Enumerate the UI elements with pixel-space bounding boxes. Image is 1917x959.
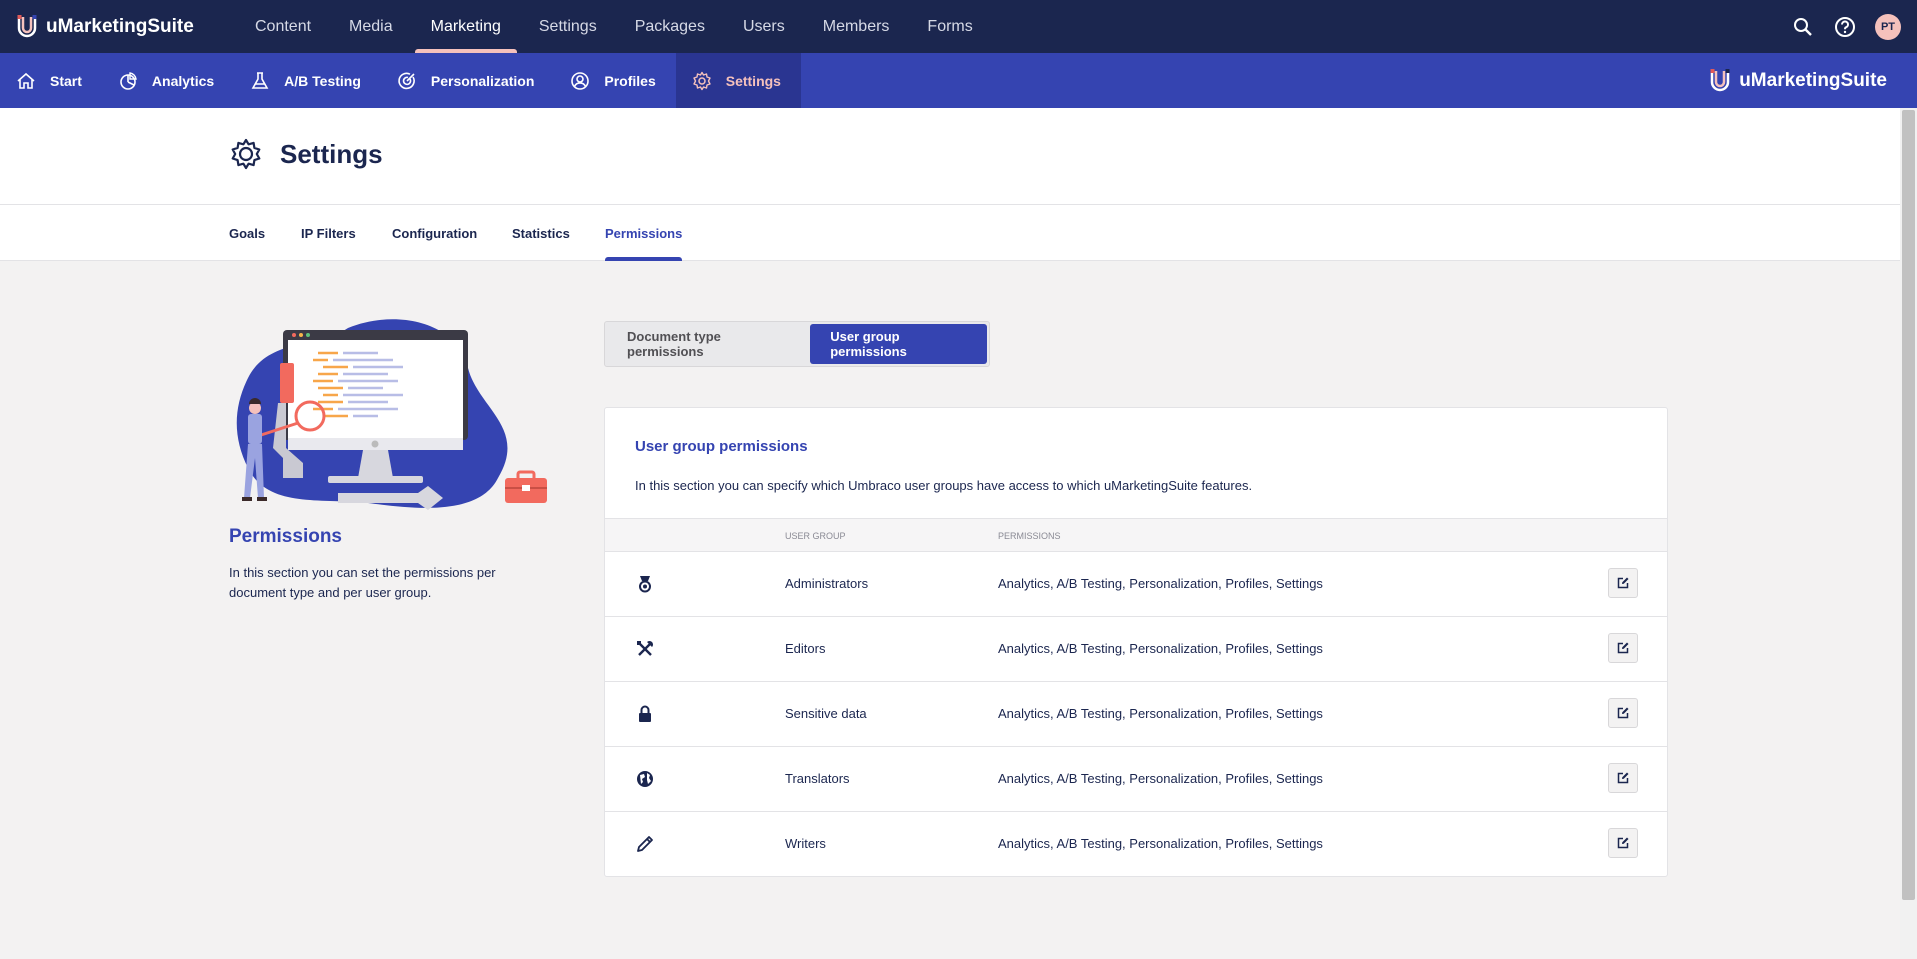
pie-chart-icon xyxy=(120,71,137,90)
edit-button[interactable] xyxy=(1608,633,1638,663)
flask-icon xyxy=(251,71,269,89)
topnav-forms[interactable]: Forms xyxy=(908,0,991,53)
settings-gear-icon xyxy=(231,138,261,170)
topnav-members[interactable]: Members xyxy=(804,0,909,53)
subnav-profiles[interactable]: Profiles xyxy=(554,53,675,108)
globe-icon xyxy=(635,769,655,789)
subnav-ab-testing-label: A/B Testing xyxy=(284,72,361,89)
row-permissions: Analytics, A/B Testing, Personalization,… xyxy=(998,641,1323,656)
scrollbar-thumb[interactable] xyxy=(1902,110,1915,900)
card-title: User group permissions xyxy=(635,438,808,455)
table-header: USER GROUP PERMISSIONS xyxy=(605,518,1667,552)
top-bar: uMarketingSuite Content Media Marketing … xyxy=(0,0,1917,53)
gear-icon xyxy=(693,71,711,90)
subnav-start-label: Start xyxy=(50,72,82,89)
medal-icon xyxy=(635,574,655,594)
target-icon xyxy=(398,72,415,89)
help-icon[interactable] xyxy=(1833,15,1857,39)
table-row: Editors Analytics, A/B Testing, Personal… xyxy=(605,617,1667,682)
edit-button[interactable] xyxy=(1608,568,1638,598)
page-header: Settings xyxy=(0,108,1900,205)
subnav-items: Start Analytics A/B Testing Personalizat… xyxy=(0,53,801,108)
umarketingsuite-logo-icon xyxy=(17,14,37,37)
row-user-group: Administrators xyxy=(785,576,869,591)
subnav-settings-label: Settings xyxy=(725,72,781,89)
edit-icon xyxy=(1617,577,1629,589)
topnav-settings[interactable]: Settings xyxy=(520,0,616,53)
user-group-permissions-button[interactable]: User group permissions xyxy=(810,324,987,364)
edit-button[interactable] xyxy=(1608,698,1638,728)
permissions-illustration xyxy=(236,319,547,510)
row-user-group: Writers xyxy=(785,836,826,851)
edit-button[interactable] xyxy=(1608,828,1638,858)
tab-statistics[interactable]: Statistics xyxy=(512,205,570,261)
subnav-settings[interactable]: Settings xyxy=(675,53,801,108)
subnav-start[interactable]: Start xyxy=(0,53,102,108)
user-circle-icon xyxy=(571,71,590,90)
top-nav: Content Media Marketing Settings Package… xyxy=(236,0,992,53)
subbar-brand: uMarketingSuite xyxy=(1709,68,1887,94)
column-header-user-group: USER GROUP xyxy=(785,531,846,541)
settings-tabs: Goals IP Filters Configuration Statistic… xyxy=(0,205,1900,261)
row-user-group: Translators xyxy=(785,771,850,786)
row-permissions: Analytics, A/B Testing, Personalization,… xyxy=(998,836,1323,851)
row-permissions: Analytics, A/B Testing, Personalization,… xyxy=(998,771,1323,786)
left-description: In this section you can set the permissi… xyxy=(229,565,496,600)
topnav-marketing[interactable]: Marketing xyxy=(412,0,520,53)
permission-type-toggle: Document type permissions User group per… xyxy=(604,321,990,367)
search-icon[interactable] xyxy=(1791,15,1815,39)
edit-icon xyxy=(1617,837,1629,849)
topnav-packages[interactable]: Packages xyxy=(616,0,724,53)
edit-icon xyxy=(1617,772,1629,784)
left-title: Permissions xyxy=(229,526,342,547)
top-right-tools: PT xyxy=(1791,13,1901,40)
tab-permissions[interactable]: Permissions xyxy=(605,205,683,261)
tools-icon xyxy=(635,639,655,659)
topnav-content[interactable]: Content xyxy=(236,0,330,53)
row-permissions: Analytics, A/B Testing, Personalization,… xyxy=(998,706,1323,721)
subbar-brand-name: uMarketingSuite xyxy=(1739,69,1887,91)
column-header-permissions: PERMISSIONS xyxy=(998,531,1061,541)
row-user-group: Sensitive data xyxy=(785,706,867,721)
table-row: Sensitive data Analytics, A/B Testing, P… xyxy=(605,682,1667,747)
page-title: Settings xyxy=(280,138,383,169)
pencil-icon xyxy=(635,834,655,854)
row-user-group: Editors xyxy=(785,641,826,656)
topnav-users[interactable]: Users xyxy=(724,0,804,53)
user-group-permissions-card: User group permissions In this section y… xyxy=(604,407,1668,877)
subnav-personalization[interactable]: Personalization xyxy=(381,53,554,108)
home-icon xyxy=(17,72,35,89)
subnav-analytics-label: Analytics xyxy=(151,72,215,89)
subnav-analytics[interactable]: Analytics xyxy=(102,53,234,108)
lock-icon xyxy=(635,704,655,724)
page-header-inner: Settings xyxy=(228,136,383,172)
edit-button[interactable] xyxy=(1608,763,1638,793)
tab-goals[interactable]: Goals xyxy=(229,205,265,261)
topnav-media[interactable]: Media xyxy=(330,0,412,53)
page-scrollbar[interactable] xyxy=(1900,108,1917,959)
marketing-subnav: Start Analytics A/B Testing Personalizat… xyxy=(0,53,1917,108)
brand[interactable]: uMarketingSuite xyxy=(16,14,236,40)
tab-ip-filters[interactable]: IP Filters xyxy=(301,205,356,261)
avatar[interactable]: PT xyxy=(1875,13,1901,40)
brand-name: uMarketingSuite xyxy=(46,15,194,37)
subnav-personalization-label: Personalization xyxy=(430,72,535,89)
document-type-permissions-button[interactable]: Document type permissions xyxy=(607,324,806,364)
edit-icon xyxy=(1617,707,1629,719)
edit-icon xyxy=(1617,642,1629,654)
subnav-ab-testing[interactable]: A/B Testing xyxy=(234,53,381,108)
row-permissions: Analytics, A/B Testing, Personalization,… xyxy=(998,576,1323,591)
table-row: Administrators Analytics, A/B Testing, P… xyxy=(605,552,1667,617)
table-row: Translators Analytics, A/B Testing, Pers… xyxy=(605,747,1667,812)
table-row: Writers Analytics, A/B Testing, Personal… xyxy=(605,812,1667,877)
umarketingsuite-logo-icon xyxy=(1710,68,1730,91)
card-description: In this section you can specify which Um… xyxy=(635,478,1253,493)
tab-configuration[interactable]: Configuration xyxy=(392,205,477,261)
subnav-profiles-label: Profiles xyxy=(604,72,656,89)
